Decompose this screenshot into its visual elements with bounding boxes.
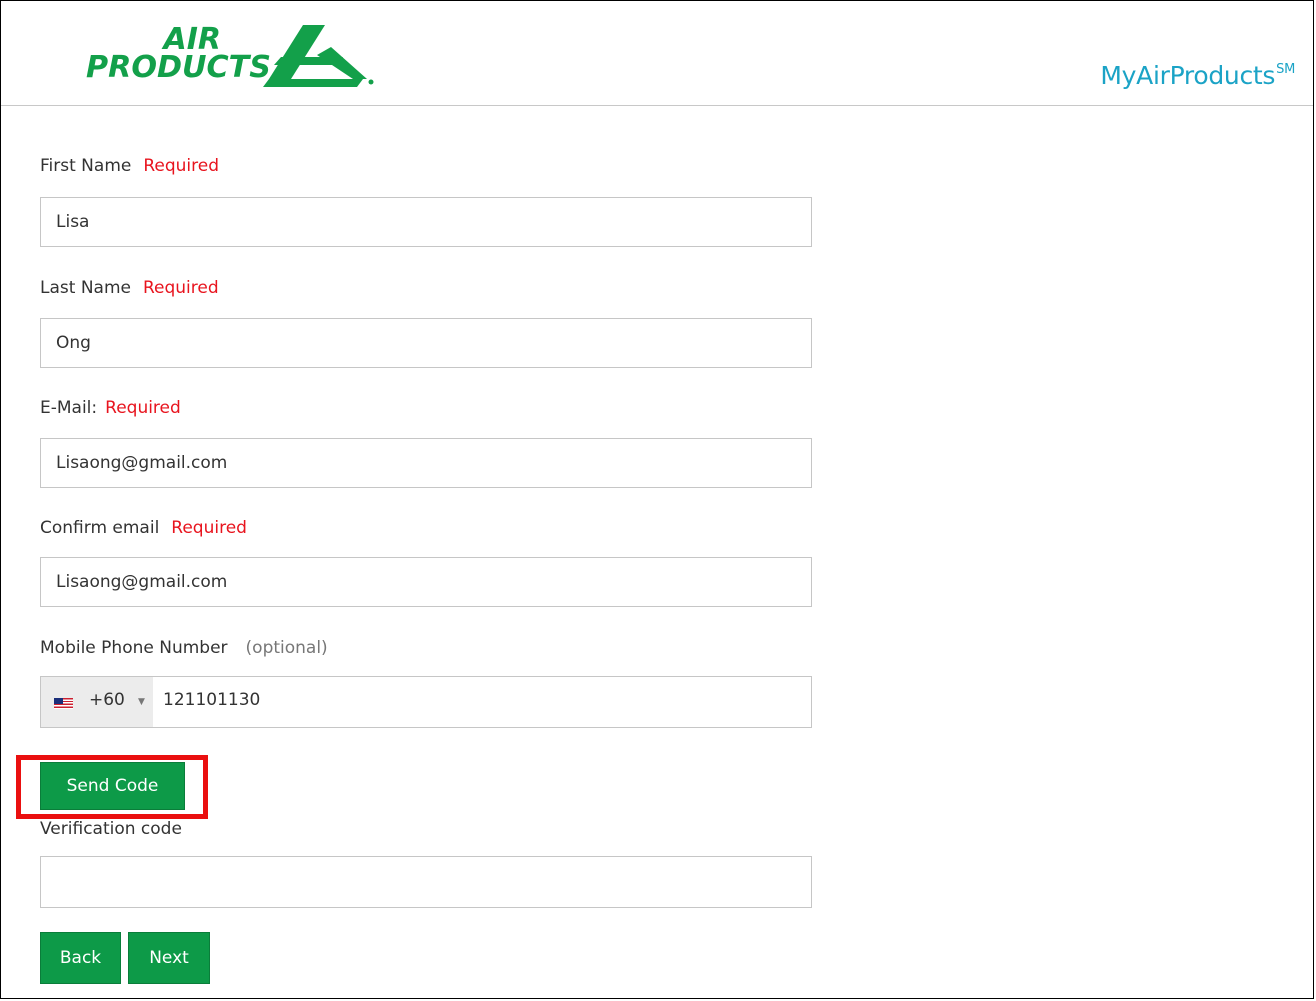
mobile-label-text: Mobile Phone Number — [40, 638, 228, 658]
logo-text-products: PRODUCTS — [86, 50, 271, 85]
send-code-highlight — [16, 755, 208, 819]
verification-code-label: Verification code — [40, 819, 182, 839]
confirm-email-required: Required — [171, 518, 247, 538]
last-name-label-text: Last Name — [40, 278, 131, 298]
last-name-input[interactable]: Ong — [40, 318, 812, 368]
mobile-optional: (optional) — [245, 638, 328, 658]
header: AIR PRODUCTS MyAirProductsSM — [1, 1, 1313, 106]
verification-code-label-text: Verification code — [40, 819, 182, 839]
verification-code-input[interactable] — [40, 856, 812, 908]
country-code-dropdown[interactable]: +60 ▼ — [41, 677, 153, 727]
service-mark: SM — [1276, 62, 1295, 77]
email-input[interactable]: Lisaong@gmail.com — [40, 438, 812, 488]
email-label-text: E-Mail: — [40, 398, 98, 418]
mobile-phone-field: +60 ▼ 121101130 — [40, 676, 812, 728]
next-button[interactable]: Next — [128, 932, 210, 984]
last-name-label: Last Name Required — [40, 278, 219, 298]
first-name-input[interactable]: Lisa — [40, 197, 812, 247]
first-name-label: First Name Required — [40, 156, 219, 176]
confirm-email-input[interactable]: Lisaong@gmail.com — [40, 557, 812, 607]
dial-code: +60 — [89, 690, 125, 710]
confirm-email-label-text: Confirm email — [40, 518, 160, 538]
chevron-down-icon: ▼ — [138, 697, 145, 707]
brand-title: MyAirProductsSM — [1100, 61, 1295, 90]
malaysia-flag-icon — [54, 698, 73, 709]
page-frame — [0, 0, 1314, 999]
confirm-email-label: Confirm email Required — [40, 518, 247, 538]
first-name-label-text: First Name — [40, 156, 132, 176]
brand-name: MyAirProducts — [1100, 61, 1276, 90]
air-products-logo[interactable]: AIR PRODUCTS — [81, 19, 381, 89]
mobile-phone-input[interactable]: 121101130 — [163, 690, 260, 710]
email-required: Required — [105, 398, 181, 418]
mobile-label: Mobile Phone Number (optional) — [40, 638, 328, 658]
first-name-required: Required — [143, 156, 220, 176]
last-name-required: Required — [142, 278, 219, 298]
email-label: E-Mail: Required — [40, 398, 181, 418]
back-button[interactable]: Back — [40, 932, 121, 984]
